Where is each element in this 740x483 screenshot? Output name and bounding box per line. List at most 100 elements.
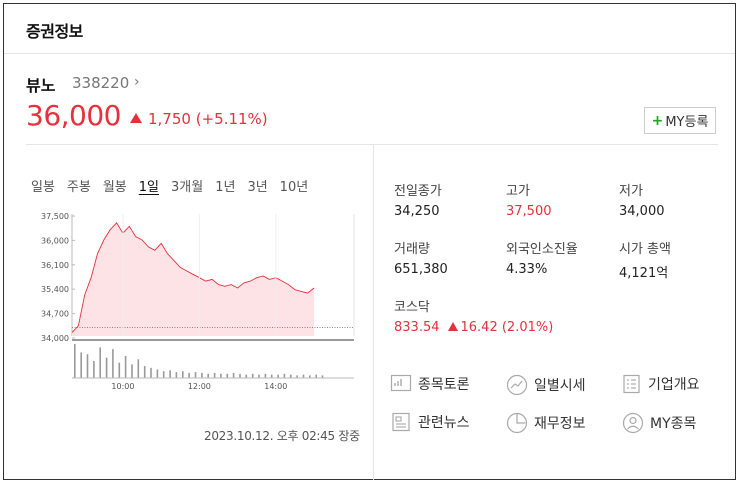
- volume-bar: [169, 370, 171, 378]
- link-company-overview[interactable]: 기업개요: [622, 374, 700, 394]
- period-tabs: 일봉 주봉 월봉 1일 3개월 1년 3년 10년: [31, 176, 320, 195]
- volume-bar: [232, 372, 235, 378]
- link-label: 기업개요: [648, 377, 700, 393]
- timestamp: 2023.10.12. 오후 02:45 장중: [204, 429, 360, 443]
- index-value: 833.54: [394, 320, 440, 335]
- stat-label: 거래량: [394, 242, 430, 257]
- volume-bar: [258, 374, 260, 378]
- price-chart[interactable]: 37,500 36,000 36,100 35,400 34,700 34,000 10:0…: [34, 204, 356, 392]
- y-tick-label: 36,000: [41, 236, 69, 245]
- volume-bar: [124, 355, 127, 378]
- card-title: 증권정보: [26, 22, 83, 41]
- stat-value: 37,500: [506, 204, 552, 219]
- my-register-label: MY등록: [665, 115, 709, 130]
- tab-3year[interactable]: 3년: [247, 176, 267, 195]
- link-label: 관련뉴스: [418, 415, 470, 431]
- tab-10year[interactable]: 10년: [280, 176, 309, 195]
- volume-bar: [156, 369, 159, 378]
- volume-bar: [118, 362, 121, 378]
- y-tick-label: 34,000: [41, 334, 69, 343]
- stat-value: 34,000: [619, 204, 665, 219]
- stat-volume: 거래량 651,380: [394, 238, 448, 277]
- index-values: 833.54 16.42 (2.01%): [394, 320, 553, 335]
- link-financial-info[interactable]: 재무정보: [506, 412, 586, 434]
- stock-info-card: 증권정보 뷰노 338220 › 36,000 1,750 (+5.11%) +…: [3, 3, 736, 480]
- stat-value: 4,121억: [619, 266, 669, 281]
- volume-bar: [150, 367, 152, 378]
- volume-bar: [302, 374, 305, 378]
- volume-bar: [74, 344, 76, 378]
- my-register-button[interactable]: + MY등록: [644, 107, 716, 134]
- stat-market-cap: 시가 총액 4,121억: [619, 238, 671, 281]
- x-tick-label: 10:00: [111, 382, 134, 391]
- link-discussion[interactable]: 종목토론: [390, 374, 470, 394]
- volume-bar: [112, 349, 114, 378]
- volume-bar: [143, 366, 146, 378]
- volume-bar: [277, 374, 279, 378]
- tab-1day[interactable]: 1일: [139, 176, 159, 195]
- tab-3month[interactable]: 3개월: [171, 176, 203, 195]
- volume-bar: [194, 372, 197, 378]
- link-daily-price[interactable]: 일별시세: [506, 374, 586, 396]
- volume-bar: [283, 373, 286, 379]
- volume-bar: [213, 372, 216, 378]
- up-arrow-icon: [447, 322, 458, 331]
- stat-label: 시가 총액: [619, 242, 671, 257]
- price-change: 1,750 (+5.11%): [130, 110, 268, 128]
- stat-low: 저가 34,000: [619, 180, 665, 219]
- tab-monthly[interactable]: 월봉: [103, 176, 127, 195]
- volume-bar: [220, 373, 222, 379]
- tab-1year[interactable]: 1년: [215, 176, 235, 195]
- chevron-right-icon[interactable]: ›: [134, 74, 140, 90]
- volume-bar: [137, 359, 140, 378]
- stat-value: 4.33%: [506, 262, 548, 277]
- pie-chart-icon: [506, 412, 528, 434]
- y-tick-label: 36,100: [41, 261, 69, 270]
- stat-label: 외국인소진율: [506, 242, 578, 257]
- trend-icon: [506, 374, 528, 396]
- x-tick-label: 12:00: [188, 382, 211, 391]
- change-percent: (+5.11%): [195, 110, 268, 128]
- volume-bar: [175, 372, 178, 378]
- divider: [26, 144, 718, 145]
- stock-name[interactable]: 뷰노: [26, 72, 55, 96]
- stat-foreign-ratio: 외국인소진율 4.33%: [506, 238, 578, 277]
- stat-label[interactable]: 코스닥: [394, 296, 553, 315]
- change-amount: 1,750: [148, 110, 191, 128]
- link-label: 종목토론: [418, 377, 470, 393]
- link-related-news[interactable]: 관련뉴스: [390, 412, 470, 432]
- volume-bar: [131, 364, 133, 378]
- document-list-icon: [623, 374, 640, 394]
- stat-label: 고가: [506, 184, 530, 199]
- volume-bar: [182, 371, 184, 378]
- volume-bar: [80, 352, 82, 378]
- volume-bar: [290, 374, 292, 378]
- volume-bar: [93, 361, 95, 378]
- stock-code[interactable]: 338220: [72, 74, 129, 92]
- user-icon: [622, 412, 644, 434]
- volume-bar: [188, 372, 190, 378]
- price-area: [72, 222, 314, 336]
- volume-bar: [99, 347, 101, 378]
- index-change-value: 16.42 (2.01%): [460, 320, 554, 335]
- stat-high: 고가 37,500: [506, 180, 552, 219]
- tab-daily[interactable]: 일봉: [31, 176, 55, 195]
- volume-bar: [239, 373, 241, 379]
- volume-bar: [86, 354, 89, 378]
- link-label: 일별시세: [534, 378, 586, 394]
- volume-bar: [270, 374, 273, 378]
- volume-bar: [264, 373, 267, 379]
- stat-value: 34,250: [394, 204, 440, 219]
- discussion-icon: [390, 374, 412, 392]
- x-tick-label: 14:00: [264, 382, 287, 391]
- volume-bar: [207, 373, 209, 379]
- up-arrow-icon: [130, 113, 142, 123]
- link-label: 재무정보: [534, 416, 586, 432]
- link-my-stocks[interactable]: MY종목: [622, 412, 696, 434]
- tab-weekly[interactable]: 주봉: [67, 176, 91, 195]
- card-header: 증권정보: [4, 4, 735, 54]
- plus-icon: +: [651, 112, 664, 129]
- y-tick-label: 34,700: [41, 310, 69, 319]
- stat-label: 저가: [619, 184, 643, 199]
- stat-label: 전일종가: [394, 184, 442, 199]
